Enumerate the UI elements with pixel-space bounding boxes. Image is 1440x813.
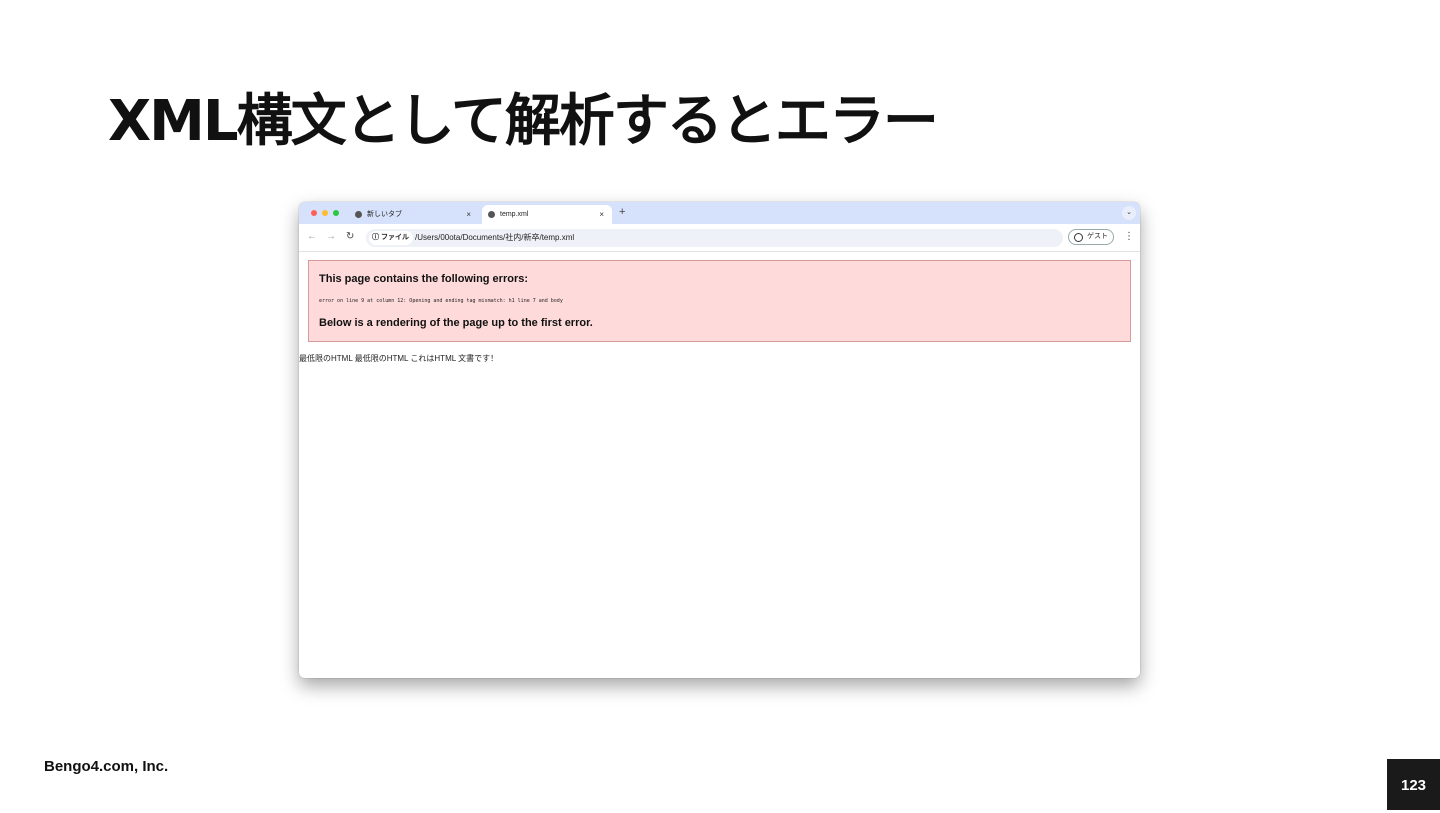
url-text[interactable]: /Users/00ota/Documents/社内/新卒/temp.xml [415,229,574,247]
globe-icon [355,211,362,218]
reload-icon[interactable]: ↻ [346,231,354,242]
tab-new-tab[interactable]: 新しいタブ × [349,205,479,224]
page-viewport: This page contains the following errors:… [299,252,1140,678]
xml-error-box: This page contains the following errors:… [308,260,1131,342]
tab-temp-xml[interactable]: temp.xml × [482,205,612,224]
browser-window: 新しいタブ × temp.xml × + ⌄ ← → ↻ ⓘ ファイル /Use… [299,202,1140,678]
tab-bar: 新しいタブ × temp.xml × + ⌄ [299,202,1140,224]
error-heading: This page contains the following errors: [319,273,529,285]
error-detail: error on line 9 at column 12: Opening an… [319,298,563,304]
tab-label: 新しいタブ [367,211,402,218]
profile-button[interactable]: ゲスト [1068,229,1114,245]
more-menu-icon[interactable]: ⋮ [1124,231,1134,242]
back-arrow-icon[interactable]: ← [307,231,317,242]
footer-company: Bengo4.com, Inc. [44,758,169,775]
minimize-window-button[interactable] [322,210,328,216]
globe-icon [488,211,495,218]
slide-title: XML構文として解析するとエラー [108,89,939,154]
forward-arrow-icon[interactable]: → [326,231,336,242]
tab-label: temp.xml [500,211,529,218]
maximize-window-button[interactable] [333,210,339,216]
new-tab-button[interactable]: + [619,206,625,218]
address-bar[interactable]: ⓘ ファイル /Users/00ota/Documents/社内/新卒/temp… [366,229,1063,247]
render-heading: Below is a rendering of the page up to t… [319,317,593,329]
profile-label: ゲスト [1087,233,1108,240]
tab-search-button[interactable]: ⌄ [1122,206,1136,220]
rendered-content: 最低限のHTML 最低限のHTML これはHTML 文書です！ [299,354,499,363]
site-info-chip[interactable]: ⓘ ファイル [369,231,413,245]
close-tab-icon[interactable]: × [599,205,604,224]
page-number: 123 [1387,759,1440,810]
person-icon [1074,233,1083,242]
site-info-label: ファイル [380,234,409,241]
browser-toolbar: ← → ↻ ⓘ ファイル /Users/00ota/Documents/社内/新… [299,224,1140,252]
close-window-button[interactable] [311,210,317,216]
info-icon: ⓘ [372,234,379,241]
close-tab-icon[interactable]: × [466,205,471,224]
